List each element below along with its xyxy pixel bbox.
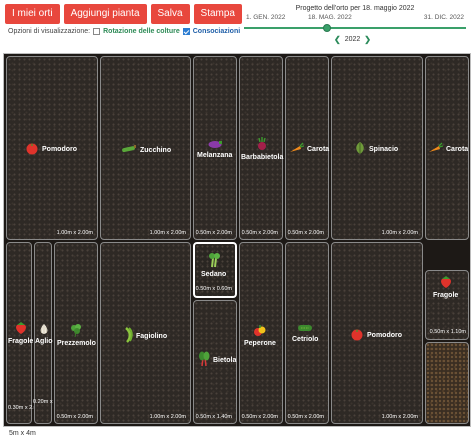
garden-bed[interactable]: Prezzemolo 0.50m x 2.00m [54, 242, 98, 424]
garlic-icon [38, 323, 50, 337]
cucumber-icon [297, 323, 313, 335]
bed-size: 0.50m x 2.00m [56, 414, 93, 420]
timeline-start-date: 1. GEN. 2022 [246, 14, 286, 21]
bed-size: 0.50m x 2.00m [241, 414, 278, 420]
garden-bed[interactable]: Pomodoro 1.00m x 2.00m [6, 56, 98, 240]
plant-label: Carota [288, 142, 329, 156]
plant-label: Pomodoro [350, 327, 402, 343]
beetroot-icon [256, 137, 268, 153]
next-year-arrow-icon[interactable]: ❯ [364, 35, 371, 44]
garden-bed[interactable]: Aglio 0.20m x 2.00m [33, 242, 69, 424]
garden-bed[interactable]: Spinacio 1.00m x 2.00m [331, 56, 423, 240]
bed-size: 1.00m x 2.00m [56, 230, 93, 236]
garden-bed[interactable]: Carota 0.50m x 2.00m [285, 56, 329, 240]
pepper-icon [253, 323, 267, 339]
timeline-title: Progetto dell'orto per 18. maggio 2022 [295, 5, 415, 12]
garden-bed[interactable]: Carota [425, 56, 469, 240]
prev-year-arrow-icon[interactable]: ❮ [334, 35, 341, 44]
plant-label: Fagiolino [123, 327, 167, 345]
plant-label: Sedano [201, 252, 226, 278]
spinach-icon [354, 141, 366, 157]
carrot-icon [288, 142, 305, 156]
parsley-icon [69, 323, 83, 339]
garden-scale: 5m x 4m [9, 430, 36, 437]
save-button[interactable]: Salva [150, 4, 190, 24]
garden-bed[interactable]: Pomodoro 1.00m x 2.00m [331, 242, 423, 424]
timeline-slider-track[interactable] [244, 27, 466, 29]
add-plant-button[interactable]: Aggiungi pianta [63, 4, 147, 24]
plant-label: Bietola [198, 351, 236, 369]
toolbar: I miei orti Aggiungi pianta Salva Stampa [5, 4, 242, 24]
garden-canvas: Pomodoro 1.00m x 2.00m Zucchino 1.00m x … [3, 53, 471, 427]
companion-checkbox[interactable] [182, 28, 190, 35]
zucchini-icon [121, 144, 137, 156]
year-selector: ❮ 2022 ❯ [334, 35, 371, 44]
rotation-checkbox[interactable] [93, 28, 101, 35]
print-button[interactable]: Stampa [193, 4, 242, 24]
bed-size: 1.00m x 2.00m [381, 230, 418, 236]
garden-bed[interactable]: Melanzana 0.50m x 2.00m [193, 56, 237, 240]
plant-label: Spinacio [354, 141, 398, 157]
garden-bed[interactable]: Peperone 0.50m x 2.00m [239, 242, 283, 424]
garden-bed[interactable]: Fagiolino 1.00m x 2.00m [100, 242, 191, 424]
garden-bed[interactable]: Fragole 0.30m x 2.00m [6, 242, 44, 424]
garden-planner-app: I miei orti Aggiungi pianta Salva Stampa… [0, 0, 474, 440]
plant-label: Melanzana [197, 139, 232, 159]
eggplant-icon [207, 139, 223, 151]
garden-bed[interactable]: Barbabietola 0.50m x 2.00m [239, 56, 283, 240]
view-options: Opzioni di visualizzazione: Rotazione de… [8, 28, 240, 35]
plant-label: Barbabietola [241, 137, 283, 161]
timeline-slider-handle[interactable] [323, 24, 332, 32]
strawberry-icon [439, 275, 453, 291]
bed-size: 1.00m x 2.00m [381, 414, 418, 420]
plant-label: Carota [427, 142, 468, 156]
plant-label: Cetriolo [292, 323, 318, 343]
plant-label: Fragole [8, 321, 33, 345]
year-label: 2022 [344, 36, 361, 43]
timeline-end-date: 31. DIC. 2022 [423, 14, 464, 21]
tomato-icon [350, 327, 364, 343]
plant-label: Zucchino [121, 144, 171, 156]
bed-size: 0.50m x 2.00m [241, 230, 278, 236]
tomato-icon [25, 141, 39, 157]
timeline-current-date: 18. MAG. 2022 [308, 14, 352, 21]
companion-label[interactable]: Consociazioni [193, 28, 240, 35]
plant-label: Pomodoro [25, 141, 77, 157]
celery-icon [207, 252, 221, 270]
chard-icon [198, 351, 210, 369]
rotation-label[interactable]: Rotazione delle colture [103, 28, 180, 35]
garden-bed[interactable]: Bietola 0.50m x 1.40m [193, 300, 237, 424]
bed-size: 0.50m x 2.00m [195, 230, 232, 236]
bed-size: 0.50m x 2.00m [287, 230, 324, 236]
view-options-label: Opzioni di visualizzazione: [8, 28, 91, 35]
my-gardens-button[interactable]: I miei orti [5, 4, 60, 24]
carrot-icon [427, 142, 444, 156]
green-bean-icon [123, 327, 133, 345]
bed-size: 0.50m x 1.40m [195, 414, 232, 420]
bed-size: 0.50m x 2.00m [287, 414, 324, 420]
bed-size: 0.50m x 0.60m [195, 286, 232, 292]
plant-label: Aglio [35, 323, 53, 345]
garden-bed[interactable]: Cetriolo 0.50m x 2.00m [285, 242, 329, 424]
plant-label: Prezzemolo [57, 323, 96, 347]
bed-size: 1.00m x 2.00m [149, 230, 186, 236]
bed-size: 1.00m x 2.00m [149, 414, 186, 420]
garden-bed[interactable]: Zucchino 1.00m x 2.00m [100, 56, 191, 240]
garden-bed[interactable]: Fragole 0.50m x 1.10m [425, 270, 469, 340]
bed-size: 0.50m x 1.10m [429, 329, 466, 335]
plant-label: Fragole [433, 275, 458, 299]
strawberry-icon [14, 321, 28, 337]
garden-bed-selected[interactable]: Sedano 0.50m x 0.60m [193, 242, 237, 298]
bare-soil-area [425, 342, 469, 424]
plant-label: Peperone [244, 323, 276, 347]
